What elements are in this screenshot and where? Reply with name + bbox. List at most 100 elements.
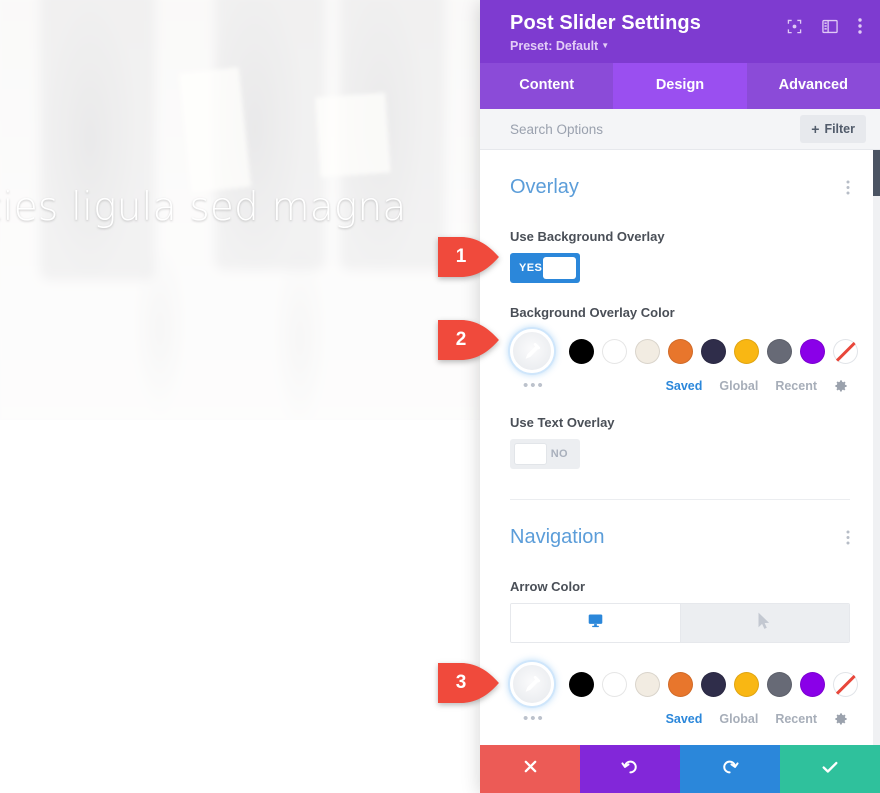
palette-tab-recent[interactable]: Recent: [775, 712, 817, 726]
swatch-dark-navy[interactable]: [701, 338, 726, 364]
gear-icon[interactable]: [834, 379, 848, 393]
settings-tabs: Content Design Advanced: [480, 63, 880, 109]
section-overlay: Overlay Use Background Overlay YES Backg…: [480, 150, 880, 500]
label-use-background-overlay: Use Background Overlay: [510, 229, 665, 244]
callout-marker-1: 1: [438, 237, 500, 277]
section-title-navigation: Navigation: [510, 526, 605, 548]
filter-button[interactable]: + Filter: [800, 115, 866, 143]
redo-button[interactable]: [680, 745, 780, 793]
preset-label: Preset: Default: [510, 39, 599, 53]
callout-marker-3: 3: [438, 663, 500, 703]
overlay-color-footer: ••• Saved Global Recent: [510, 378, 850, 393]
swatch-black[interactable]: [569, 338, 594, 364]
layout-panel-icon[interactable]: [822, 19, 838, 34]
palette-tabs-overlay: Saved Global Recent: [666, 379, 850, 393]
callout-number-1: 1: [455, 246, 467, 267]
section-title-overlay: Overlay: [510, 176, 579, 198]
swatch-violet[interactable]: [800, 338, 825, 364]
palette-tab-recent[interactable]: Recent: [775, 379, 817, 393]
palette-tab-saved[interactable]: Saved: [666, 712, 703, 726]
tab-design[interactable]: Design: [613, 63, 747, 109]
swatch-black[interactable]: [569, 671, 594, 697]
header-icon-group: [787, 18, 862, 34]
screenshot-root: icies ligula sed magna Post Slider Setti…: [0, 0, 880, 793]
fullscreen-icon[interactable]: [787, 19, 802, 34]
search-bar: + Filter: [480, 109, 880, 150]
color-swatches-overlay: [569, 338, 858, 364]
chevron-down-icon: ▼: [601, 41, 610, 50]
settings-scroll-body: Overlay Use Background Overlay YES Backg…: [480, 150, 880, 745]
undo-button[interactable]: [580, 745, 680, 793]
swatch-amber[interactable]: [734, 671, 759, 697]
filter-button-label: Filter: [824, 122, 855, 136]
toggle-knob: [543, 257, 576, 279]
save-button[interactable]: [780, 745, 880, 793]
arrow-color-device-tabs: [510, 603, 850, 643]
arrow-color-row: [510, 662, 858, 706]
swatch-dark-navy[interactable]: [701, 671, 726, 697]
swatch-cream[interactable]: [635, 338, 660, 364]
tab-content[interactable]: Content: [480, 63, 613, 109]
check-icon: [821, 759, 839, 780]
scrollbar-thumb[interactable]: [873, 150, 880, 196]
label-use-text-overlay: Use Text Overlay: [510, 415, 615, 430]
close-icon: [523, 759, 538, 779]
redo-icon: [721, 758, 739, 781]
section-navigation: Navigation Arrow Color ••• Saved Global …: [480, 500, 880, 726]
toggle-knob: [514, 443, 547, 465]
color-swatches-arrow: [569, 671, 858, 697]
hover-cursor-icon: [757, 612, 772, 635]
more-colors-dots-overlay[interactable]: •••: [523, 378, 545, 393]
palette-tabs-arrow: Saved Global Recent: [666, 712, 850, 726]
swatch-cream[interactable]: [635, 671, 660, 697]
swatch-amber[interactable]: [734, 338, 759, 364]
callout-number-3: 3: [455, 672, 467, 693]
section-overlay-header: Overlay: [510, 150, 850, 207]
background-overlay-color-row: [510, 329, 858, 373]
kebab-menu-icon[interactable]: [858, 18, 862, 34]
swatch-transparent[interactable]: [833, 671, 858, 697]
modal-footer: [480, 745, 880, 793]
post-slider-settings-modal: Post Slider Settings Preset: Default ▼ C…: [480, 0, 880, 793]
toggle-value-text-overlay: NO: [550, 448, 568, 460]
toggle-value-background-overlay: YES: [519, 262, 543, 274]
label-arrow-color: Arrow Color: [510, 579, 586, 594]
label-background-overlay-color: Background Overlay Color: [510, 305, 675, 320]
tab-advanced[interactable]: Advanced: [747, 63, 880, 109]
search-input[interactable]: [510, 121, 760, 137]
scrollbar-track[interactable]: [873, 150, 880, 745]
section-navigation-kebab-icon[interactable]: [846, 530, 850, 545]
modal-header: Post Slider Settings Preset: Default ▼: [480, 0, 880, 63]
hero-title: icies ligula sed magna: [0, 185, 407, 230]
device-tab-desktop[interactable]: [511, 604, 680, 642]
device-tab-hover[interactable]: [679, 604, 849, 642]
preset-selector[interactable]: Preset: Default ▼: [510, 39, 862, 53]
plus-icon: +: [811, 121, 820, 137]
eyedropper-button-arrow[interactable]: [510, 662, 554, 706]
callout-number-2: 2: [455, 329, 467, 350]
swatch-slate-gray[interactable]: [767, 671, 792, 697]
more-colors-dots-arrow[interactable]: •••: [523, 711, 545, 726]
eyedropper-button-overlay[interactable]: [510, 329, 554, 373]
swatch-violet[interactable]: [800, 671, 825, 697]
section-navigation-header: Navigation: [510, 500, 850, 557]
callout-marker-2: 2: [438, 320, 500, 360]
swatch-transparent[interactable]: [833, 338, 858, 364]
desktop-icon: [587, 612, 604, 634]
section-overlay-kebab-icon[interactable]: [846, 180, 850, 195]
swatch-orange[interactable]: [668, 671, 693, 697]
undo-icon: [621, 758, 639, 781]
palette-tab-global[interactable]: Global: [719, 712, 758, 726]
toggle-use-text-overlay[interactable]: NO: [510, 439, 580, 469]
palette-tab-global[interactable]: Global: [719, 379, 758, 393]
arrow-color-footer: ••• Saved Global Recent: [510, 711, 850, 726]
cancel-button[interactable]: [480, 745, 580, 793]
swatch-slate-gray[interactable]: [767, 338, 792, 364]
swatch-white[interactable]: [602, 671, 627, 697]
swatch-white[interactable]: [602, 338, 627, 364]
gear-icon[interactable]: [834, 712, 848, 726]
palette-tab-saved[interactable]: Saved: [666, 379, 703, 393]
toggle-use-background-overlay[interactable]: YES: [510, 253, 580, 283]
swatch-orange[interactable]: [668, 338, 693, 364]
hero-slide: icies ligula sed magna: [0, 0, 480, 420]
